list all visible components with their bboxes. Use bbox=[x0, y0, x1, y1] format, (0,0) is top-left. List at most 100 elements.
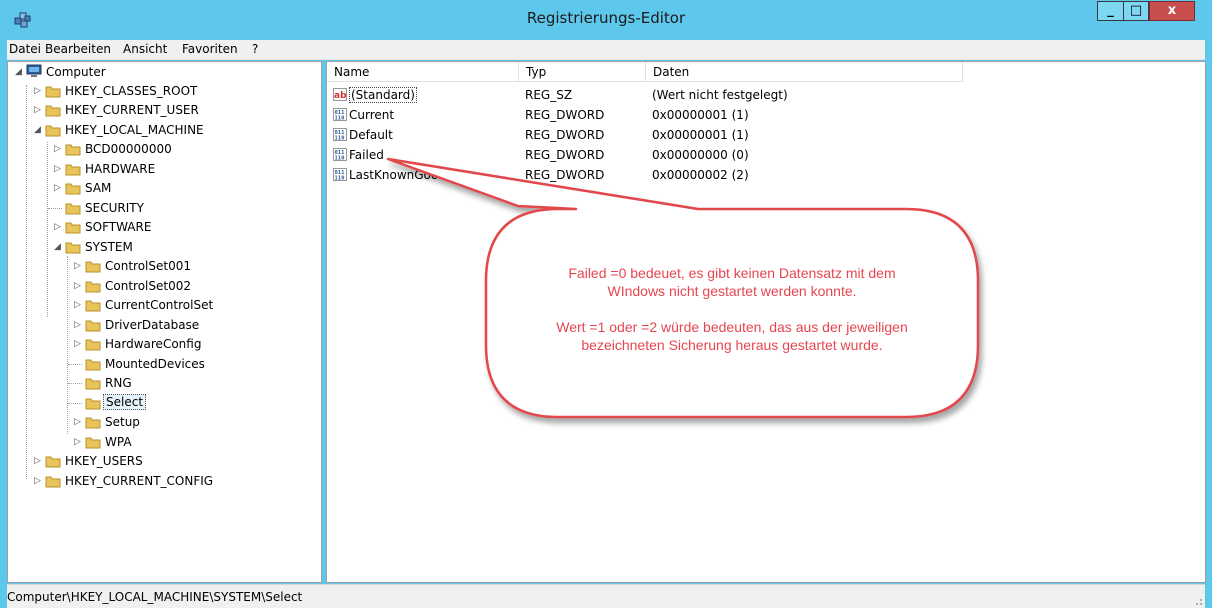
expand-icon[interactable]: ▷ bbox=[34, 455, 44, 467]
value-row-default[interactable]: 011 110 Default REG_DWORD 0x00000001 (1) bbox=[327, 125, 967, 144]
expand-icon[interactable]: ▷ bbox=[34, 475, 44, 487]
folder-open-icon bbox=[65, 242, 81, 254]
tree-item-hkey-users[interactable]: ▷ HKEY_USERS bbox=[8, 452, 318, 471]
tree-item-hkey-classes-root[interactable]: ▷ HKEY_CLASSES_ROOT bbox=[8, 82, 318, 101]
expand-icon[interactable]: ▷ bbox=[74, 260, 84, 272]
value-name: LastKnownGood bbox=[349, 168, 446, 182]
tree-item-controlset002[interactable]: ▷ ControlSet002 bbox=[8, 277, 318, 296]
callout-line-1: Failed =0 bedeuet, es gibt keinen Datens… bbox=[568, 265, 896, 281]
dword-value-icon: 011 110 bbox=[333, 128, 347, 141]
dword-value-icon: 011 110 bbox=[333, 168, 347, 181]
folder-icon bbox=[85, 281, 101, 293]
expand-icon[interactable]: ▷ bbox=[74, 280, 84, 292]
tree-item-rng[interactable]: RNG bbox=[8, 374, 318, 393]
folder-icon bbox=[65, 222, 81, 234]
tree-label: SAM bbox=[85, 181, 112, 195]
value-type: REG_DWORD bbox=[525, 128, 605, 142]
minimize-button[interactable]: _ bbox=[1097, 1, 1124, 21]
callout-line-3: Wert =1 oder =2 würde bedeuten, das aus … bbox=[556, 319, 908, 335]
tree-label: BCD00000000 bbox=[85, 142, 172, 156]
folder-icon bbox=[65, 144, 81, 156]
value-data: 0x00000001 (1) bbox=[652, 108, 749, 122]
tree-label: CurrentControlSet bbox=[105, 298, 214, 312]
folder-icon bbox=[85, 300, 101, 312]
folder-icon bbox=[45, 476, 61, 488]
value-row-lastknowngood[interactable]: 011 110 LastKnownGood REG_DWORD 0x000000… bbox=[327, 165, 967, 184]
callout-line-2: WIndows nicht gestartet werden konnte. bbox=[607, 283, 857, 299]
tree-item-computer[interactable]: ◢ Computer bbox=[8, 63, 318, 82]
expand-icon[interactable]: ▷ bbox=[54, 163, 64, 175]
tree-item-hkey-local-machine[interactable]: ◢ HKEY_LOCAL_MACHINE bbox=[8, 121, 318, 140]
folder-icon bbox=[85, 437, 101, 449]
menu-datei[interactable]: Datei bbox=[9, 42, 41, 56]
value-type: REG_SZ bbox=[525, 88, 573, 102]
tree-item-driverdatabase[interactable]: ▷ DriverDatabase bbox=[8, 316, 318, 335]
value-data: 0x00000000 (0) bbox=[652, 148, 749, 162]
maximize-button[interactable]: □ bbox=[1123, 1, 1149, 21]
folder-icon bbox=[45, 105, 61, 117]
expand-icon[interactable]: ▷ bbox=[74, 416, 84, 428]
expand-icon[interactable]: ▷ bbox=[54, 182, 64, 194]
tree-item-hardwareconfig[interactable]: ▷ HardwareConfig bbox=[8, 335, 318, 354]
tree-item-security[interactable]: SECURITY bbox=[8, 199, 318, 218]
status-path: Computer\HKEY_LOCAL_MACHINE\SYSTEM\Selec… bbox=[7, 590, 303, 604]
tree-item-hardware[interactable]: ▷ HARDWARE bbox=[8, 160, 318, 179]
column-header-type[interactable]: Typ bbox=[519, 62, 646, 82]
expand-icon[interactable]: ▷ bbox=[54, 143, 64, 155]
tree-label: RNG bbox=[105, 376, 132, 390]
menu-help[interactable]: ? bbox=[252, 42, 258, 56]
folder-open-icon bbox=[45, 125, 61, 137]
value-type: REG_DWORD bbox=[525, 108, 605, 122]
folder-icon bbox=[65, 183, 81, 195]
resize-grip-icon[interactable] bbox=[1191, 594, 1203, 606]
title-bar[interactable]: Registrierungs-Editor _ □ x bbox=[0, 0, 1212, 40]
tree-item-currentcontrolset[interactable]: ▷ CurrentControlSet bbox=[8, 296, 318, 315]
tree-item-wpa[interactable]: ▷ WPA bbox=[8, 433, 318, 452]
value-row-standard[interactable]: ab (Standard) REG_SZ (Wert nicht festgel… bbox=[327, 85, 967, 104]
expand-icon[interactable]: ▷ bbox=[34, 85, 44, 97]
expand-icon[interactable]: ▷ bbox=[74, 299, 84, 311]
tree-label: DriverDatabase bbox=[105, 318, 200, 332]
expand-icon[interactable]: ▷ bbox=[54, 221, 64, 233]
tree-line bbox=[68, 403, 82, 404]
tree-item-hkey-current-user[interactable]: ▷ HKEY_CURRENT_USER bbox=[8, 101, 318, 120]
tree-item-software[interactable]: ▷ SOFTWARE bbox=[8, 218, 318, 237]
value-name: Failed bbox=[349, 148, 384, 162]
tree-item-bcd[interactable]: ▷ BCD00000000 bbox=[8, 140, 318, 159]
expand-icon[interactable]: ▷ bbox=[74, 436, 84, 448]
menu-bearbeiten[interactable]: Bearbeiten bbox=[45, 42, 111, 56]
maximize-icon: □ bbox=[1129, 3, 1143, 18]
tree-item-controlset001[interactable]: ▷ ControlSet001 bbox=[8, 257, 318, 276]
collapse-icon[interactable]: ◢ bbox=[34, 124, 44, 136]
tree-item-select[interactable]: Select bbox=[8, 394, 318, 413]
collapse-icon[interactable]: ◢ bbox=[15, 66, 25, 78]
collapse-icon[interactable]: ◢ bbox=[54, 241, 64, 253]
dword-value-icon: 011 110 bbox=[333, 148, 347, 161]
folder-icon bbox=[65, 164, 81, 176]
tree-line bbox=[48, 208, 62, 209]
tree-item-setup[interactable]: ▷ Setup bbox=[8, 413, 318, 432]
expand-icon[interactable]: ▷ bbox=[74, 319, 84, 331]
value-row-failed[interactable]: 011 110 Failed REG_DWORD 0x00000000 (0) bbox=[327, 145, 967, 164]
folder-icon bbox=[45, 456, 61, 468]
tree-item-system[interactable]: ◢ SYSTEM bbox=[8, 238, 318, 257]
value-row-current[interactable]: 011 110 Current REG_DWORD 0x00000001 (1) bbox=[327, 105, 967, 124]
column-header-data[interactable]: Daten bbox=[646, 62, 963, 82]
tree-item-mounteddevices[interactable]: MountedDevices bbox=[8, 355, 318, 374]
registry-editor-window: Registrierungs-Editor _ □ x Datei Bearbe… bbox=[0, 0, 1212, 608]
folder-icon bbox=[85, 320, 101, 332]
tree-item-sam[interactable]: ▷ SAM bbox=[8, 179, 318, 198]
callout-text: Failed =0 bedeuet, es gibt keinen Datens… bbox=[484, 264, 980, 372]
menu-favoriten[interactable]: Favoriten bbox=[182, 42, 238, 56]
key-tree-pane[interactable]: ◢ Computer ▷ HKEY_CLASSES_ROOT ▷ HKEY_CU… bbox=[7, 61, 322, 583]
tree-item-hkey-current-config[interactable]: ▷ HKEY_CURRENT_CONFIG bbox=[8, 472, 318, 491]
tree-label: SOFTWARE bbox=[85, 220, 152, 234]
expand-icon[interactable]: ▷ bbox=[74, 338, 84, 350]
value-name: Current bbox=[349, 108, 395, 122]
expand-icon[interactable]: ▷ bbox=[34, 104, 44, 116]
menu-ansicht[interactable]: Ansicht bbox=[123, 42, 167, 56]
column-header-name[interactable]: Name bbox=[327, 62, 519, 82]
close-button[interactable]: x bbox=[1149, 1, 1195, 21]
folder-icon bbox=[85, 261, 101, 273]
folder-icon bbox=[65, 203, 81, 215]
